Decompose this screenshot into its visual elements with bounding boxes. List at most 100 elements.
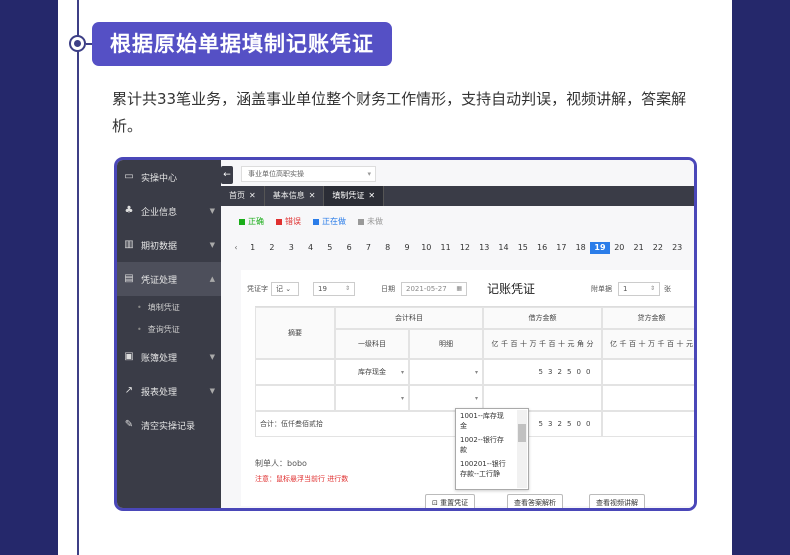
voucher-number-stepper[interactable]: 19 ⇕ xyxy=(313,282,355,296)
page-number[interactable]: 10 xyxy=(417,242,436,254)
page-number[interactable]: 22 xyxy=(648,242,667,254)
page-number[interactable]: 1 xyxy=(243,242,262,254)
digit: 3 xyxy=(548,420,553,428)
course-select[interactable]: 事业单位高职实操 ▾ xyxy=(241,166,376,182)
page-number[interactable]: 20 xyxy=(610,242,629,254)
page-number[interactable]: 6 xyxy=(339,242,358,254)
col-subject: 会计科目 xyxy=(335,307,483,329)
col-credit: 贷方金额 xyxy=(602,307,694,329)
row1-debit-cell[interactable]: 532500 xyxy=(483,359,602,385)
question-pager: ‹ 1 2 3 4 5 6 7 8 9 10 11 12 13 14 15 16 17 18 19 20 21 22 23 xyxy=(229,242,687,254)
row1-debit-digits: 532500 xyxy=(536,368,593,376)
digit: 5 xyxy=(538,420,543,428)
row2-summary-cell[interactable] xyxy=(255,385,335,411)
page-number[interactable]: 16 xyxy=(532,242,551,254)
document-icon: ▤ xyxy=(124,273,134,284)
dropdown-option[interactable]: 1002--银行存款 xyxy=(456,433,514,457)
view-video-button[interactable]: 查看视频讲解 xyxy=(589,494,645,508)
legend-undone: 未做 xyxy=(358,216,383,227)
digit: 万 xyxy=(529,340,537,348)
close-icon[interactable]: ✕ xyxy=(309,191,316,200)
page-number[interactable]: 18 xyxy=(571,242,590,254)
page-number[interactable]: 11 xyxy=(436,242,455,254)
digit: 角 xyxy=(577,340,584,348)
total-debit-digits: 532500 xyxy=(536,420,593,428)
close-icon[interactable]: ✕ xyxy=(368,191,375,200)
digit: 十 xyxy=(520,340,527,348)
col-detail: 明细 xyxy=(409,329,483,359)
reset-voucher-button[interactable]: ⊡ 重置凭证 xyxy=(425,494,476,508)
page-number[interactable]: 9 xyxy=(397,242,416,254)
voucher-word-select[interactable]: 记 ⌄ xyxy=(271,282,299,296)
page-number[interactable]: 7 xyxy=(359,242,378,254)
sidebar-item-report[interactable]: ↗ 报表处理 ▼ xyxy=(117,374,221,408)
tab-fill-voucher[interactable]: 填制凭证 ✕ xyxy=(324,186,385,206)
tab-home[interactable]: 首页 ✕ xyxy=(221,186,265,206)
doing-swatch xyxy=(313,218,319,225)
page-number[interactable]: 13 xyxy=(475,242,494,254)
row2-credit-cell[interactable] xyxy=(602,385,694,411)
digit: 5 xyxy=(567,368,572,376)
total-label-cell: 合计：伍仟叁佰贰拾 xyxy=(255,411,483,437)
page-number[interactable]: 12 xyxy=(455,242,474,254)
dropdown-option[interactable]: 100201--银行存款--工行静 xyxy=(456,457,514,481)
page-number[interactable]: 2 xyxy=(262,242,281,254)
page-number[interactable]: 3 xyxy=(282,242,301,254)
debit-digit-labels: 亿千百十万千百十元角分 xyxy=(490,339,595,349)
book-icon: ▣ xyxy=(124,351,134,362)
clear-icon: ✎ xyxy=(124,419,134,430)
sidebar-item-practice-center[interactable]: ▭ 实操中心 xyxy=(117,160,221,194)
chevron-down-icon: ▼ xyxy=(209,207,215,215)
sidebar-subitem-fill-voucher[interactable]: 填制凭证 xyxy=(117,296,221,318)
sidebar-item-ledger[interactable]: ▣ 账簿处理 ▼ xyxy=(117,340,221,374)
scrollbar-thumb[interactable] xyxy=(518,424,526,442)
digit: 亿 xyxy=(491,340,499,348)
page-number[interactable]: 15 xyxy=(513,242,532,254)
hint-warning: 注意：鼠标悬浮当前行 进行数 xyxy=(255,475,349,483)
tab-basic-info[interactable]: 基本信息 ✕ xyxy=(265,186,325,206)
date-field[interactable]: 2021-05-27 ▦ xyxy=(401,282,467,296)
row1-summary-cell[interactable] xyxy=(255,359,335,385)
page-number[interactable]: 23 xyxy=(668,242,687,254)
page-number[interactable]: 5 xyxy=(320,242,339,254)
digit: 0 xyxy=(576,420,581,428)
row1-detail-select[interactable]: ▾ xyxy=(409,359,483,385)
sidebar-item-clear-records[interactable]: ✎ 清空实操记录 xyxy=(117,408,221,442)
chevron-down-icon: ▾ xyxy=(367,170,371,178)
chevron-down-icon: ▼ xyxy=(209,353,215,361)
digit: 3 xyxy=(548,368,553,376)
sidebar-subitem-query-voucher[interactable]: 查询凭证 xyxy=(117,318,221,340)
status-legend: 正确 错误 正在做 未做 xyxy=(239,216,395,227)
digit: 分 xyxy=(586,340,594,348)
dropdown-option[interactable]: 1001--库存现金 xyxy=(456,409,514,433)
subject-dropdown-list[interactable]: 1001--库存现金 1002--银行存款 100201--银行存款--工行静 xyxy=(455,408,529,490)
close-icon[interactable]: ✕ xyxy=(249,191,256,200)
page-number[interactable]: 8 xyxy=(378,242,397,254)
page-number[interactable]: 14 xyxy=(494,242,513,254)
dropdown-scrollbar[interactable] xyxy=(517,410,527,488)
attachment-row: 附单据 1 ⇕ 张 xyxy=(591,282,671,296)
sidebar-item-opening-data[interactable]: ▥ 期初数据 ▼ xyxy=(117,228,221,262)
page-number[interactable]: 4 xyxy=(301,242,320,254)
digit: 亿 xyxy=(610,340,617,348)
prev-page-icon[interactable]: ‹ xyxy=(229,242,243,254)
collapse-sidebar-button[interactable]: ← xyxy=(221,166,233,184)
page-number[interactable]: 21 xyxy=(629,242,648,254)
page-number[interactable]: 17 xyxy=(552,242,571,254)
sidebar-item-company-info[interactable]: ♣ 企业信息 ▼ xyxy=(117,194,221,228)
row1-subject-select[interactable]: 库存现金 ▾ xyxy=(335,359,409,385)
tab-bar: 首页 ✕ 基本信息 ✕ 填制凭证 ✕ xyxy=(221,186,694,206)
voucher-title: 记账凭证 xyxy=(487,282,536,296)
credit-digit-header: 亿千百十万千百十元 xyxy=(602,329,694,359)
row2-subject-select[interactable]: ▾ xyxy=(335,385,409,411)
section-description: 累计共33笔业务，涵盖事业单位整个财务工作情形，支持自动判误，视频讲解，答案解析… xyxy=(112,90,687,135)
sidebar-item-voucher[interactable]: ▤ 凭证处理 ▲ xyxy=(117,262,221,296)
digit: 0 xyxy=(586,368,591,376)
digit: 5 xyxy=(567,420,572,428)
page-number[interactable]: 19 xyxy=(590,242,610,254)
digit: 元 xyxy=(567,340,575,348)
row1-credit-cell[interactable] xyxy=(602,359,694,385)
attachment-count-stepper[interactable]: 1 ⇕ xyxy=(618,282,660,296)
digit: 2 xyxy=(557,368,562,376)
view-answer-button[interactable]: 查看答案解析 xyxy=(507,494,563,508)
